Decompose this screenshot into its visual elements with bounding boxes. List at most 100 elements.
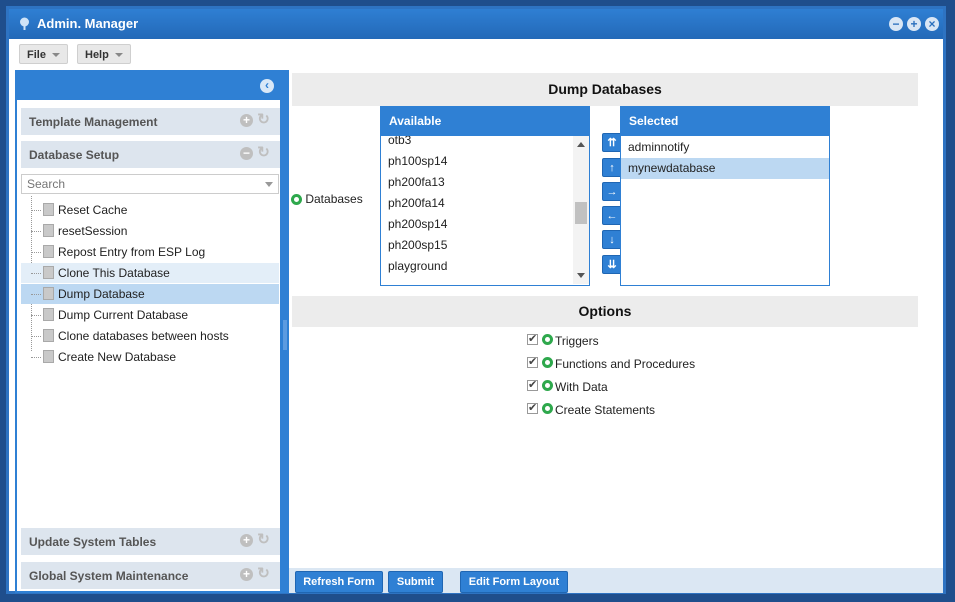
available-list-viewport: otb3 ph100sp14 ph200fa13 ph200fa14 ph200… bbox=[381, 136, 573, 286]
list-item[interactable]: ph200sp14 bbox=[381, 214, 573, 235]
minimize-icon[interactable]: − bbox=[889, 17, 903, 31]
add-icon[interactable]: + bbox=[240, 534, 253, 547]
arrow-right-icon: → bbox=[606, 186, 618, 198]
section-label: Update System Tables bbox=[29, 535, 157, 549]
options-title: Options bbox=[292, 296, 918, 327]
list-item[interactable]: adminnotify bbox=[621, 137, 829, 158]
tree-item-label: Dump Database bbox=[58, 287, 145, 301]
option-label: With Data bbox=[555, 380, 608, 394]
chevron-down-icon bbox=[51, 53, 60, 58]
option-label: Functions and Procedures bbox=[555, 357, 696, 371]
section-update-system-tables[interactable]: Update System Tables + ↻ bbox=[21, 528, 280, 555]
list-item[interactable]: ph200fa13 bbox=[381, 172, 573, 193]
collapse-section-icon[interactable]: − bbox=[240, 147, 253, 160]
selected-list-header: Selected bbox=[621, 107, 829, 136]
file-menu-label: File bbox=[27, 49, 46, 61]
add-icon[interactable]: + bbox=[240, 568, 253, 581]
tree-item-dump-database[interactable]: Dump Database bbox=[21, 284, 279, 304]
gear-icon bbox=[542, 403, 553, 414]
edit-form-layout-button[interactable]: Edit Form Layout bbox=[460, 571, 568, 593]
tree-item-clone-this-database[interactable]: Clone This Database bbox=[21, 263, 279, 283]
double-arrow-down-icon: ⇊ bbox=[607, 259, 617, 271]
list-item[interactable]: otb3 bbox=[381, 136, 573, 151]
list-item[interactable]: ph100sp14 bbox=[381, 151, 573, 172]
move-down-button[interactable]: ↓ bbox=[602, 230, 622, 249]
section-label: Global System Maintenance bbox=[29, 569, 189, 583]
option-label: Create Statements bbox=[555, 403, 656, 417]
chevron-down-icon[interactable] bbox=[265, 182, 273, 187]
submit-button[interactable]: Submit bbox=[388, 571, 443, 593]
search-input[interactable] bbox=[22, 175, 262, 193]
document-icon bbox=[43, 245, 54, 258]
move-up-button[interactable]: ↑ bbox=[602, 158, 622, 177]
help-menu-label: Help bbox=[85, 49, 109, 61]
tree-connector bbox=[31, 210, 41, 211]
tree-item-dump-current-database[interactable]: Dump Current Database bbox=[21, 305, 279, 325]
document-icon bbox=[43, 224, 54, 237]
add-to-selected-button[interactable]: → bbox=[602, 182, 622, 201]
tree-item-repost-entry[interactable]: Repost Entry from ESP Log bbox=[21, 242, 279, 262]
tree-item-create-new-database[interactable]: Create New Database bbox=[21, 347, 279, 367]
section-database-setup[interactable]: Database Setup − ↻ bbox=[21, 141, 280, 168]
arrow-up-icon: ↑ bbox=[609, 162, 615, 174]
gear-icon bbox=[542, 357, 553, 368]
section-template-management[interactable]: Template Management + ↻ bbox=[21, 108, 280, 135]
chevron-down-icon bbox=[114, 53, 123, 58]
refresh-form-button[interactable]: Refresh Form bbox=[295, 571, 383, 593]
document-icon bbox=[43, 266, 54, 279]
document-icon bbox=[43, 329, 54, 342]
list-item[interactable]: ph200sp15 bbox=[381, 235, 573, 256]
list-item[interactable]: playground bbox=[381, 256, 573, 277]
tree-connector bbox=[31, 273, 41, 274]
file-menu-button[interactable]: File bbox=[19, 44, 68, 64]
section-global-system-maintenance[interactable]: Global System Maintenance + ↻ bbox=[21, 562, 280, 589]
collapse-left-icon[interactable]: ‹ bbox=[260, 79, 274, 93]
with-data-checkbox[interactable] bbox=[527, 378, 538, 391]
tree-connector bbox=[31, 231, 41, 232]
refresh-icon[interactable]: ↻ bbox=[257, 112, 270, 127]
scroll-up-icon[interactable] bbox=[577, 142, 585, 147]
remove-from-selected-button[interactable]: ← bbox=[602, 206, 622, 225]
app-logo-icon bbox=[20, 17, 29, 30]
arrow-left-icon: ← bbox=[606, 210, 618, 222]
menu-bar: File Help bbox=[9, 39, 943, 69]
refresh-icon[interactable]: ↻ bbox=[257, 145, 270, 160]
navigation-panel: ‹ Template Management + ↻ Database Setup… bbox=[15, 70, 282, 593]
tree-connector bbox=[31, 294, 41, 295]
document-icon bbox=[43, 287, 54, 300]
available-databases-list[interactable]: Available otb3 ph100sp14 ph200fa13 ph200… bbox=[380, 106, 590, 286]
move-all-down-button[interactable]: ⇊ bbox=[602, 255, 622, 274]
triggers-checkbox[interactable] bbox=[527, 332, 538, 345]
scroll-down-icon[interactable] bbox=[577, 273, 585, 278]
form-toolbar: Refresh Form Submit Edit Form Layout bbox=[289, 568, 943, 593]
close-icon[interactable]: × bbox=[925, 17, 939, 31]
document-icon bbox=[43, 308, 54, 321]
tree-item-label: Reset Cache bbox=[58, 203, 128, 217]
tree-item-reset-cache[interactable]: Reset Cache bbox=[21, 200, 279, 220]
add-icon[interactable]: + bbox=[240, 114, 253, 127]
move-all-up-button[interactable]: ⇈ bbox=[602, 133, 622, 152]
help-menu-button[interactable]: Help bbox=[77, 44, 131, 64]
available-list-scrollbar[interactable] bbox=[573, 136, 589, 284]
list-item[interactable]: ph200fa14 bbox=[381, 193, 573, 214]
scroll-thumb[interactable] bbox=[575, 202, 587, 224]
create-statements-checkbox[interactable] bbox=[527, 401, 538, 414]
search-box[interactable] bbox=[21, 174, 279, 194]
selected-databases-list[interactable]: Selected adminnotify mynewdatabase bbox=[620, 106, 830, 286]
section-label: Database Setup bbox=[29, 148, 120, 162]
title-bar: Admin. Manager − + × bbox=[9, 9, 943, 39]
gear-icon bbox=[291, 194, 302, 206]
maximize-icon[interactable]: + bbox=[907, 17, 921, 31]
databases-label-text: Databases bbox=[305, 192, 363, 206]
tree-item-reset-session[interactable]: resetSession bbox=[21, 221, 279, 241]
tree-connector bbox=[31, 252, 41, 253]
refresh-icon[interactable]: ↻ bbox=[257, 566, 270, 581]
functions-procedures-checkbox[interactable] bbox=[527, 355, 538, 368]
refresh-icon[interactable]: ↻ bbox=[257, 532, 270, 547]
tree-item-clone-databases-between-hosts[interactable]: Clone databases between hosts bbox=[21, 326, 279, 346]
navigation-header: ‹ bbox=[17, 72, 280, 100]
list-item-selected[interactable]: mynewdatabase bbox=[621, 158, 829, 179]
form-title: Dump Databases bbox=[292, 73, 918, 106]
panel-splitter[interactable] bbox=[282, 70, 289, 593]
splitter-grip[interactable] bbox=[283, 320, 287, 350]
